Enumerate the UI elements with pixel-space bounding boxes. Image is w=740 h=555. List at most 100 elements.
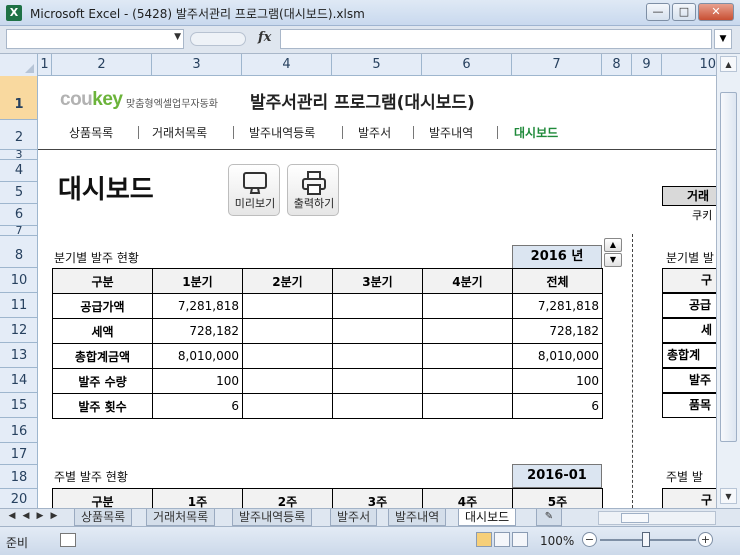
table-cell[interactable] bbox=[242, 368, 333, 394]
row-header[interactable]: 11 bbox=[0, 293, 37, 318]
row-label-cell[interactable]: 공급가액 bbox=[52, 293, 153, 319]
zoom-slider-thumb[interactable] bbox=[642, 532, 650, 547]
menu-item-dashboard[interactable]: 대시보드 bbox=[514, 124, 558, 141]
table-cell[interactable] bbox=[332, 293, 423, 319]
row-label-cell[interactable]: 발주 횟수 bbox=[52, 393, 153, 419]
zoom-out-icon[interactable]: − bbox=[582, 532, 597, 547]
name-box[interactable]: ▼ bbox=[6, 29, 184, 49]
column-header[interactable]: 3 bbox=[152, 54, 242, 76]
row-header[interactable]: 16 bbox=[0, 418, 37, 443]
table-cell[interactable]: 7,281,818 bbox=[152, 293, 243, 319]
sheet-tab[interactable]: 거래처목록 bbox=[146, 509, 216, 526]
row-header[interactable]: 13 bbox=[0, 343, 37, 368]
row-header[interactable]: 12 bbox=[0, 318, 37, 343]
column-header[interactable]: 5 bbox=[332, 54, 422, 76]
right-table-cell[interactable]: 품목 bbox=[662, 393, 716, 418]
row-header[interactable]: 5 bbox=[0, 182, 37, 204]
prev-sheet-icon[interactable]: ◀ bbox=[20, 511, 32, 521]
right-table-cell[interactable]: 총합계 bbox=[662, 343, 716, 368]
preview-button[interactable]: 미리보기 bbox=[228, 164, 280, 216]
table-cell[interactable]: 100 bbox=[152, 368, 243, 394]
column-header[interactable]: 10 bbox=[662, 54, 716, 76]
vertical-scrollbar[interactable]: ▲ ▼ bbox=[716, 54, 740, 508]
last-sheet-icon[interactable]: ▶ bbox=[48, 511, 60, 521]
column-header[interactable]: 7 bbox=[512, 54, 602, 76]
table-cell[interactable] bbox=[422, 368, 513, 394]
column-header[interactable]: 8 bbox=[602, 54, 632, 76]
row-header[interactable]: 2 bbox=[0, 120, 37, 150]
table-cell[interactable] bbox=[332, 393, 423, 419]
sheet-tab[interactable]: 발주내역등록 bbox=[232, 509, 313, 526]
insert-sheet-icon[interactable]: ✎ bbox=[536, 509, 562, 526]
insert-function-icon[interactable]: fx bbox=[258, 30, 271, 45]
year-down-spin-button[interactable]: ▼ bbox=[604, 253, 622, 267]
row-header[interactable]: 6 bbox=[0, 204, 37, 226]
right-table-cell[interactable]: 공급 bbox=[662, 293, 716, 318]
right-table-cell[interactable]: 구 bbox=[662, 268, 716, 293]
excel-app-icon[interactable]: X bbox=[6, 5, 22, 21]
print-button[interactable]: 출력하기 bbox=[287, 164, 339, 216]
normal-view-button[interactable] bbox=[476, 532, 492, 547]
next-sheet-icon[interactable]: ▶ bbox=[34, 511, 46, 521]
menu-item-order-entry[interactable]: 발주내역등록 bbox=[249, 124, 315, 141]
table-cell[interactable] bbox=[332, 318, 423, 344]
row-header[interactable]: 14 bbox=[0, 368, 37, 393]
sheet-tab[interactable]: 발주서 bbox=[330, 509, 378, 526]
row-label-cell[interactable]: 총합계금액 bbox=[52, 343, 153, 369]
row-header[interactable]: 7 bbox=[0, 225, 37, 236]
minimize-button[interactable]: — bbox=[646, 3, 670, 21]
row-header[interactable]: 15 bbox=[0, 393, 37, 418]
table-cell[interactable] bbox=[422, 343, 513, 369]
menu-item-order-history[interactable]: 발주내역 bbox=[429, 124, 473, 141]
table-cell[interactable]: 6 bbox=[512, 393, 603, 419]
expand-formula-bar-icon[interactable]: ▼ bbox=[714, 29, 732, 49]
column-header[interactable]: 6 bbox=[422, 54, 512, 76]
row-header[interactable]: 17 bbox=[0, 443, 37, 465]
sheet-tab[interactable]: 발주내역 bbox=[388, 509, 447, 526]
horizontal-scroll-thumb[interactable] bbox=[621, 513, 649, 523]
horizontal-scrollbar[interactable] bbox=[598, 511, 716, 525]
formula-input[interactable] bbox=[280, 29, 712, 49]
vertical-scroll-thumb[interactable] bbox=[720, 92, 737, 442]
row-header[interactable]: 18 bbox=[0, 465, 37, 489]
column-header[interactable]: 9 bbox=[632, 54, 662, 76]
page-break-view-button[interactable] bbox=[512, 532, 528, 547]
table-cell[interactable] bbox=[422, 293, 513, 319]
table-cell[interactable]: 6 bbox=[152, 393, 243, 419]
first-sheet-icon[interactable]: ◀ bbox=[6, 511, 18, 521]
row-header[interactable]: 1 bbox=[0, 76, 37, 120]
close-button[interactable]: ✕ bbox=[698, 3, 734, 21]
sheet-tab[interactable]: 상품목록 bbox=[74, 509, 133, 526]
zoom-level[interactable]: 100% bbox=[540, 534, 574, 548]
year-up-spin-button[interactable]: ▲ bbox=[604, 238, 622, 252]
table-cell[interactable]: 7,281,818 bbox=[512, 293, 603, 319]
table-cell[interactable] bbox=[242, 393, 333, 419]
row-header[interactable]: 20 bbox=[0, 489, 37, 508]
zoom-in-icon[interactable]: + bbox=[698, 532, 713, 547]
page-layout-view-button[interactable] bbox=[494, 532, 510, 547]
scroll-up-icon[interactable]: ▲ bbox=[720, 56, 737, 72]
right-table-cell[interactable]: 구 bbox=[662, 488, 716, 508]
right-table-cell[interactable]: 세 bbox=[662, 318, 716, 343]
table-cell[interactable] bbox=[422, 318, 513, 344]
row-header[interactable]: 10 bbox=[0, 268, 37, 293]
row-label-cell[interactable]: 발주 수량 bbox=[52, 368, 153, 394]
right-table-cell[interactable]: 발주 bbox=[662, 368, 716, 393]
column-header[interactable]: 4 bbox=[242, 54, 332, 76]
table-cell[interactable]: 728,182 bbox=[152, 318, 243, 344]
chevron-down-icon[interactable]: ▼ bbox=[174, 32, 181, 42]
menu-item-products[interactable]: 상품목록 bbox=[69, 124, 113, 141]
table-cell[interactable] bbox=[332, 343, 423, 369]
row-header[interactable]: 3 bbox=[0, 149, 37, 160]
table-cell[interactable]: 100 bbox=[512, 368, 603, 394]
row-header[interactable]: 4 bbox=[0, 160, 37, 182]
table-cell[interactable] bbox=[242, 293, 333, 319]
worksheet[interactable]: coukey 맞춤형엑셀업무자동화 발주서관리 프로그램(대시보드) 상품목록 … bbox=[38, 76, 716, 508]
maximize-button[interactable]: □ bbox=[672, 3, 696, 21]
macro-record-icon[interactable] bbox=[60, 533, 76, 547]
menu-item-vendors[interactable]: 거래처목록 bbox=[152, 124, 207, 141]
table-cell[interactable]: 728,182 bbox=[512, 318, 603, 344]
column-header[interactable]: 2 bbox=[52, 54, 152, 76]
table-cell[interactable] bbox=[332, 368, 423, 394]
row-label-cell[interactable]: 세액 bbox=[52, 318, 153, 344]
